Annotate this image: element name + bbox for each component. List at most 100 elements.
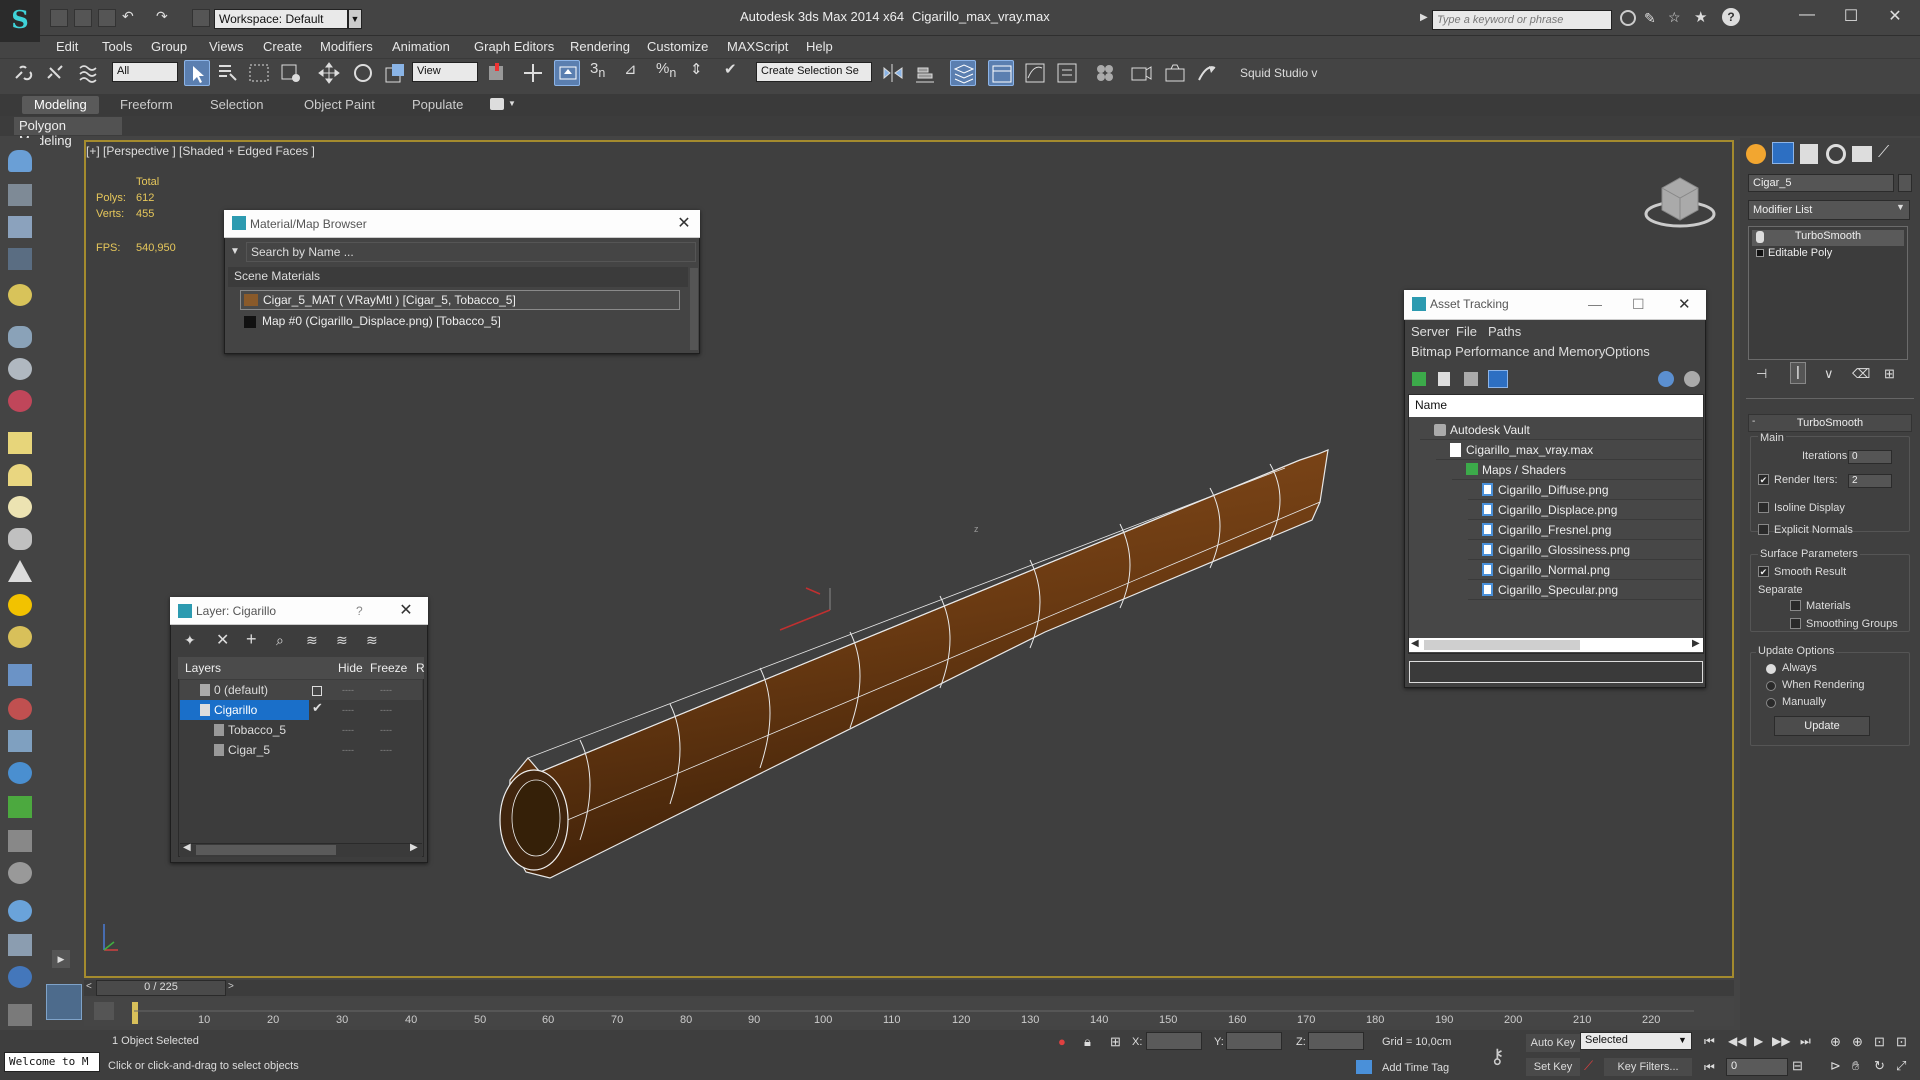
window-crossing-icon[interactable] bbox=[278, 60, 304, 86]
workspace-dropdown[interactable]: Workspace: Default bbox=[214, 9, 348, 29]
tab-selection[interactable]: Selection bbox=[198, 96, 275, 114]
app-logo-icon[interactable]: S bbox=[0, 0, 40, 42]
spinner-snap-icon[interactable]: ⇕ bbox=[690, 60, 716, 86]
go-to-end-icon[interactable]: ⏭ bbox=[1800, 1034, 1811, 1049]
turbosmooth-rollout[interactable]: TurboSmooth bbox=[1748, 414, 1912, 432]
edit-named-selection-icon[interactable]: ✔ bbox=[724, 60, 750, 86]
stack-item-editable-poly[interactable]: Editable Poly bbox=[1752, 247, 1904, 263]
lightbulb-icon[interactable] bbox=[1756, 231, 1764, 243]
asset-row-map[interactable]: Cigarillo_Displace.png bbox=[1468, 500, 1702, 520]
delete-layer-icon[interactable]: ✕ bbox=[216, 630, 229, 650]
scroll-right-icon[interactable]: ▶ bbox=[1692, 638, 1700, 649]
cigarillo-model[interactable] bbox=[480, 420, 1360, 900]
search-options-icon[interactable]: ▼ bbox=[230, 246, 240, 257]
schematic-view-icon[interactable] bbox=[1054, 60, 1080, 86]
ribbon-options-icon[interactable] bbox=[490, 98, 504, 110]
smooth-result-checkbox[interactable]: ✔ bbox=[1758, 566, 1769, 577]
helper-icon[interactable] bbox=[8, 528, 32, 550]
keyboard-shortcut-override-icon[interactable] bbox=[554, 60, 580, 86]
iterations-spinner[interactable]: 0 bbox=[1848, 450, 1892, 464]
expand-icon[interactable] bbox=[1756, 249, 1764, 257]
asset-row-map[interactable]: Cigarillo_Specular.png bbox=[1468, 580, 1702, 600]
menu-animation[interactable]: Animation bbox=[392, 36, 450, 58]
gear-icon[interactable] bbox=[8, 326, 32, 348]
object-name-field[interactable]: Cigar_5 bbox=[1748, 174, 1894, 192]
column-hide[interactable]: Hide bbox=[338, 661, 363, 675]
menu-file[interactable]: File bbox=[1456, 324, 1477, 339]
hair-icon[interactable] bbox=[8, 830, 32, 852]
tab-modeling[interactable]: Modeling bbox=[22, 96, 99, 114]
reference-coordinate-dropdown[interactable]: View bbox=[412, 62, 478, 82]
menu-modifiers[interactable]: Modifiers bbox=[320, 36, 373, 58]
column-layers[interactable]: Layers bbox=[185, 661, 221, 675]
cloth-icon[interactable] bbox=[8, 862, 32, 884]
next-frame-icon[interactable]: > bbox=[228, 981, 234, 992]
percent-snap-icon[interactable]: %n bbox=[656, 60, 682, 86]
search-input[interactable]: Type a keyword or phrase bbox=[1432, 10, 1612, 30]
current-layer-checkbox[interactable] bbox=[312, 686, 322, 696]
box-icon[interactable] bbox=[8, 184, 32, 206]
globe-icon[interactable] bbox=[8, 900, 32, 922]
lightbulb-icon[interactable] bbox=[8, 284, 32, 306]
layer-object-name[interactable]: Cigar_5 bbox=[228, 740, 270, 760]
time-slider-thumb[interactable]: 0 / 225 bbox=[96, 980, 226, 996]
camera-icon[interactable] bbox=[8, 390, 32, 412]
dynamics-icon[interactable] bbox=[8, 698, 32, 720]
viewport-label[interactable]: [+] [Perspective ] [Shaded + Edged Faces… bbox=[86, 144, 315, 158]
add-time-tag[interactable]: Add Time Tag bbox=[1382, 1062, 1449, 1074]
materials-checkbox[interactable] bbox=[1790, 600, 1801, 611]
panel-icon[interactable] bbox=[8, 216, 32, 238]
zoom-extents-icon[interactable]: ⊡ bbox=[1874, 1034, 1885, 1050]
utilities-tab-icon[interactable]: ⟋ bbox=[1878, 144, 1898, 164]
settings-icon[interactable] bbox=[1684, 371, 1700, 387]
minimize-icon[interactable]: — bbox=[1792, 6, 1822, 28]
menu-rendering[interactable]: Rendering bbox=[570, 36, 630, 58]
menu-graph-editors[interactable]: Graph Editors bbox=[474, 36, 554, 58]
time-config-icon[interactable]: ⊟ bbox=[1792, 1058, 1803, 1074]
layer-hide[interactable]: ---- bbox=[342, 720, 354, 740]
previous-frame-icon[interactable]: ◀◀ bbox=[1728, 1034, 1746, 1048]
cylinder-icon[interactable] bbox=[8, 358, 32, 380]
communication-icon[interactable]: ☆ bbox=[1668, 9, 1681, 26]
auto-key-button[interactable]: Auto Key bbox=[1526, 1034, 1580, 1052]
zoom-extents-all-icon[interactable]: ⊡ bbox=[1896, 1034, 1907, 1050]
align-icon[interactable] bbox=[912, 60, 938, 86]
current-frame-field[interactable]: 0 bbox=[1726, 1058, 1788, 1076]
pan-icon[interactable]: ✋︎ bbox=[1852, 1058, 1859, 1074]
squid-studio-label[interactable]: Squid Studio v bbox=[1240, 66, 1317, 80]
layer-hide[interactable]: ---- bbox=[342, 680, 354, 700]
move-icon[interactable] bbox=[316, 60, 342, 86]
menu-paths[interactable]: Paths bbox=[1488, 324, 1521, 339]
select-by-name-icon[interactable] bbox=[214, 60, 240, 86]
when-rendering-radio[interactable] bbox=[1766, 681, 1776, 691]
menu-help[interactable]: Help bbox=[806, 36, 833, 58]
add-to-layer-icon[interactable]: + bbox=[246, 629, 257, 650]
always-radio[interactable] bbox=[1766, 664, 1776, 674]
motion-tab-icon[interactable] bbox=[1826, 144, 1846, 164]
layer-freeze[interactable]: ---- bbox=[380, 740, 392, 760]
mirror-icon[interactable] bbox=[880, 60, 906, 86]
explicit-normals-checkbox[interactable] bbox=[1758, 524, 1769, 535]
map-item[interactable]: Map #0 (Cigarillo_Displace.png) [Tobacco… bbox=[240, 312, 680, 332]
freeze-all-icon[interactable]: ≋ bbox=[366, 632, 378, 649]
particles-icon[interactable] bbox=[8, 664, 32, 686]
key-filters-button[interactable]: Key Filters... bbox=[1604, 1058, 1692, 1076]
link-icon[interactable] bbox=[10, 60, 36, 86]
settings-icon[interactable] bbox=[8, 762, 32, 784]
close-icon[interactable]: ✕ bbox=[1880, 6, 1910, 28]
snaps-toggle-icon[interactable]: 3n bbox=[590, 60, 616, 86]
layer-freeze[interactable]: ---- bbox=[380, 700, 392, 720]
asset-row-max-file[interactable]: Cigarillo_max_vray.max bbox=[1436, 440, 1702, 460]
set-keys-icon[interactable]: ⟋ bbox=[1584, 1058, 1593, 1074]
prev-frame-icon[interactable]: < bbox=[86, 981, 92, 992]
maximize-viewport-icon[interactable]: ⤢ bbox=[1896, 1058, 1906, 1074]
stack-item-turbosmooth[interactable]: TurboSmooth bbox=[1752, 230, 1904, 246]
asset-tracking-header[interactable]: Asset Tracking bbox=[1404, 290, 1706, 320]
maxscript-listener[interactable]: Welcome to M bbox=[4, 1052, 100, 1072]
angle-snap-icon[interactable]: ⊿ bbox=[624, 60, 650, 86]
redo-icon[interactable]: ↷ bbox=[156, 8, 168, 25]
save-icon[interactable] bbox=[98, 9, 116, 27]
checkmark-icon[interactable]: ✔ bbox=[312, 700, 323, 716]
menu-tools[interactable]: Tools bbox=[102, 36, 132, 58]
render-setup-icon[interactable] bbox=[1128, 60, 1154, 86]
